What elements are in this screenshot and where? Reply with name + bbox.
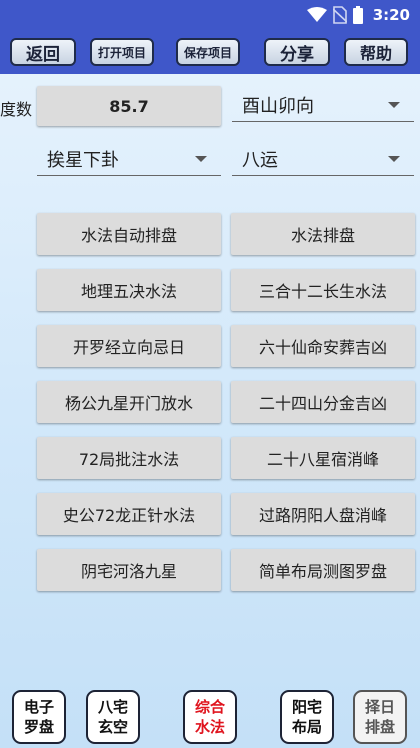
share-button-label: 分享: [280, 44, 314, 65]
nav-label-line1: 综合: [194, 698, 225, 716]
nav-label-line1: 电子: [23, 698, 54, 716]
chevron-down-icon: [195, 155, 207, 162]
nav-bazhai-xuankong[interactable]: 八宅 玄空: [86, 690, 140, 744]
help-button-label: 帮助: [359, 44, 392, 63]
star-method-select[interactable]: 挨星下卦: [37, 142, 221, 176]
grid-button-label: 过路阴阳人盘消峰: [258, 506, 387, 525]
nav-label-line2: 玄空: [97, 718, 128, 736]
nav-label-line1: 阳宅: [291, 698, 322, 716]
status-icons: 3:20: [306, 5, 410, 25]
nav-label-line1: 八宅: [97, 698, 128, 716]
twenty-four-mountains-button[interactable]: 二十四山分金吉凶: [231, 381, 415, 423]
share-button[interactable]: 分享: [264, 38, 330, 66]
simple-layout-compass-button[interactable]: 简单布局测图罗盘: [231, 549, 415, 591]
sanhe-twelve-stages-button[interactable]: 三合十二长生水法: [231, 269, 415, 311]
grid-button-label: 72局批注水法: [78, 450, 180, 469]
nav-electronic-compass[interactable]: 电子 罗盘: [12, 690, 66, 744]
save-project-label: 保存项目: [183, 45, 232, 60]
open-project-button[interactable]: 打开项目: [90, 38, 154, 66]
grid-button-label: 杨公九星开门放水: [64, 394, 193, 413]
grid-button-label: 地理五决水法: [80, 282, 177, 301]
grid-button-label: 二十八星宿消峰: [266, 450, 379, 469]
save-project-button[interactable]: 保存项目: [176, 38, 240, 66]
star-method-select-value: 挨星下卦: [47, 149, 119, 171]
direction-select[interactable]: 酉山卯向: [232, 88, 414, 122]
grid-button-label: 六十仙命安葬吉凶: [258, 338, 387, 357]
nav-comprehensive-water[interactable]: 综合 水法: [183, 690, 237, 744]
period-select-value: 八运: [242, 149, 278, 171]
grid-button-label: 史公72龙正针水法: [62, 506, 196, 525]
period-select[interactable]: 八运: [232, 142, 414, 176]
degree-label: 度数: [0, 100, 33, 119]
nav-label-line1: 择日: [364, 698, 395, 716]
status-bar: 3:20: [0, 0, 420, 30]
degree-value-text: 85.7: [109, 96, 149, 116]
sixty-fates-burial-button[interactable]: 六十仙命安葬吉凶: [231, 325, 415, 367]
nav-date-selection[interactable]: 择日 排盘: [353, 690, 407, 744]
nav-label-line2: 水法: [194, 718, 225, 736]
chevron-down-icon: [388, 155, 400, 162]
water-chart-button[interactable]: 水法排盘: [231, 213, 415, 255]
wifi-icon: [306, 7, 327, 22]
seventy-two-annotations-button[interactable]: 72局批注水法: [37, 437, 221, 479]
grid-button-label: 三合十二长生水法: [258, 282, 387, 301]
grid-button-label: 水法排盘: [290, 226, 355, 245]
twenty-eight-mansions-button[interactable]: 二十八星宿消峰: [231, 437, 415, 479]
grid-button-label: 水法自动排盘: [80, 226, 177, 245]
degree-value-button[interactable]: 85.7: [37, 86, 221, 126]
yin-house-heluo-button[interactable]: 阴宅河洛九星: [37, 549, 221, 591]
back-button-label: 返回: [26, 44, 60, 65]
auto-water-chart-button[interactable]: 水法自动排盘: [37, 213, 221, 255]
passing-yinyang-peak-button[interactable]: 过路阴阳人盘消峰: [231, 493, 415, 535]
battery-icon: [352, 6, 363, 24]
nav-label-line2: 排盘: [364, 718, 395, 736]
chevron-down-icon: [388, 101, 400, 108]
status-time: 3:20: [372, 6, 410, 24]
yanggong-nine-stars-button[interactable]: 杨公九星开门放水: [37, 381, 221, 423]
nav-yang-house-layout[interactable]: 阳宅 布局: [280, 690, 334, 744]
grid-button-label: 二十四山分金吉凶: [258, 394, 387, 413]
help-button[interactable]: 帮助: [344, 38, 408, 66]
grid-button-label: 简单布局测图罗盘: [258, 562, 387, 581]
grid-button-label: 开罗经立向忌日: [72, 338, 185, 357]
compass-direction-taboo-button[interactable]: 开罗经立向忌日: [37, 325, 221, 367]
five-rules-water-button[interactable]: 地理五决水法: [37, 269, 221, 311]
grid-button-label: 阴宅河洛九星: [80, 562, 177, 581]
open-project-label: 打开项目: [97, 45, 146, 60]
direction-select-value: 酉山卯向: [242, 95, 314, 117]
back-button[interactable]: 返回: [10, 38, 76, 66]
no-sim-icon: [332, 6, 347, 24]
nav-label-line2: 布局: [291, 718, 322, 736]
shigong-dragon-water-button[interactable]: 史公72龙正针水法: [37, 493, 221, 535]
toolbar: 返回 打开项目 保存项目 分享 帮助: [0, 30, 420, 74]
nav-label-line2: 罗盘: [23, 718, 54, 736]
